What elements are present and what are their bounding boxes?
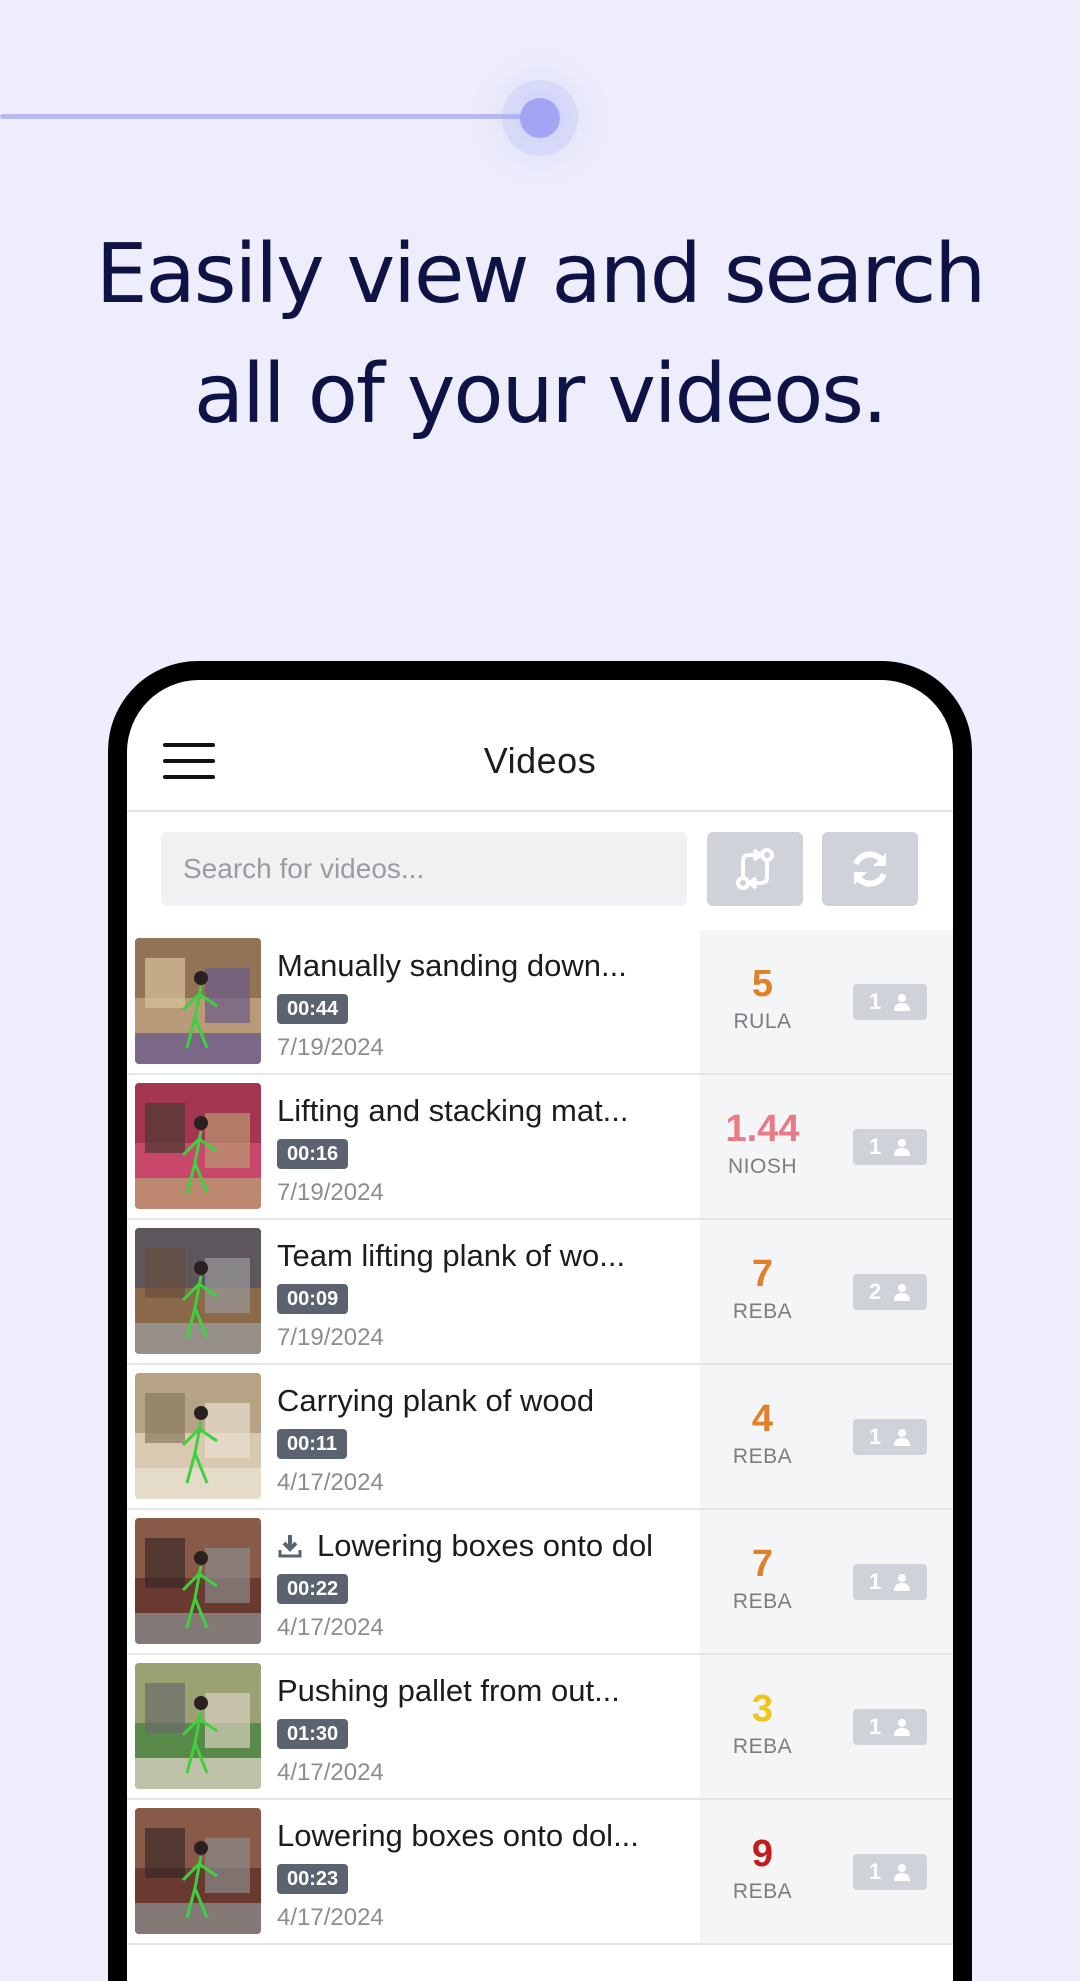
risk-score: 9 [751, 1833, 774, 1875]
video-title: Carrying plank of wood [277, 1383, 697, 1419]
video-list-item[interactable]: Manually sanding down... 00:44 7/19/2024… [127, 930, 953, 1075]
assessment-method: REBA [732, 1880, 793, 1903]
people-count: 1 [869, 1859, 882, 1884]
video-title-text: Carrying plank of wood [277, 1383, 595, 1418]
video-list-item[interactable]: Pushing pallet from out... 01:30 4/17/20… [127, 1655, 953, 1800]
video-date: 4/17/2024 [277, 1469, 384, 1496]
swap-sort-icon [736, 848, 774, 890]
person-icon [894, 994, 910, 1011]
video-date: 7/19/2024 [277, 1179, 384, 1206]
assessment-method: REBA [732, 1445, 793, 1468]
video-title-text: Lowering boxes onto dol [317, 1528, 654, 1563]
person-icon [894, 1574, 910, 1591]
people-count-badge[interactable]: 1 [853, 1709, 927, 1745]
video-title: Manually sanding down... [277, 948, 697, 984]
app-bar: Videos [127, 680, 953, 812]
assessment-method: NIOSH [727, 1155, 797, 1178]
people-count: 1 [869, 1714, 882, 1739]
video-thumbnail[interactable] [135, 1518, 261, 1644]
video-thumbnail[interactable] [135, 1373, 261, 1499]
video-title-text: Team lifting plank of wo... [277, 1238, 626, 1273]
video-title: Lowering boxes onto dol [277, 1528, 697, 1564]
person-icon [894, 1429, 910, 1446]
risk-score: 7 [751, 1253, 774, 1295]
video-thumbnail[interactable] [135, 1228, 261, 1354]
headline-line-1: Easily view and search [95, 227, 987, 322]
assessment-method: REBA [732, 1300, 793, 1323]
video-thumbnail[interactable] [135, 1808, 261, 1934]
video-title-text: Manually sanding down... [277, 948, 627, 983]
download-icon [278, 1535, 302, 1558]
refresh-button[interactable] [822, 832, 918, 906]
people-count-badge[interactable]: 1 [853, 1129, 927, 1165]
assessment-method: REBA [732, 1590, 793, 1613]
video-list-item[interactable]: Lifting and stacking mat... 00:16 7/19/2… [127, 1075, 953, 1220]
video-title-text: Lowering boxes onto dol... [277, 1818, 639, 1853]
people-count: 1 [869, 1424, 882, 1449]
people-count-badge[interactable]: 1 [853, 984, 927, 1020]
video-title: Team lifting plank of wo... [277, 1238, 697, 1274]
duration-badge: 01:30 [277, 1719, 349, 1749]
risk-score: 3 [751, 1688, 774, 1730]
person-icon [894, 1139, 910, 1156]
duration-badge: 00:23 [277, 1864, 349, 1894]
video-list-item[interactable]: Lowering boxes onto dol 00:22 4/17/2024 … [127, 1510, 953, 1655]
video-date: 7/19/2024 [277, 1034, 384, 1061]
people-count-badge[interactable]: 2 [853, 1274, 927, 1310]
video-title: Lifting and stacking mat... [277, 1093, 697, 1129]
video-title-text: Lifting and stacking mat... [277, 1093, 629, 1128]
duration-badge: 00:11 [277, 1429, 348, 1459]
video-list: Manually sanding down... 00:44 7/19/2024… [127, 930, 953, 1945]
risk-score: 5 [751, 963, 774, 1005]
risk-score: 1.44 [725, 1108, 800, 1150]
video-thumbnail[interactable] [135, 1663, 261, 1789]
people-count: 1 [869, 1134, 882, 1159]
video-list-item[interactable]: Lowering boxes onto dol... 00:23 4/17/20… [127, 1800, 953, 1945]
onboarding-progress-line [0, 114, 530, 119]
video-list-item[interactable]: Carrying plank of wood 00:11 4/17/2024 4… [127, 1365, 953, 1510]
person-icon [894, 1719, 910, 1736]
headline: Easily view and search all of your video… [60, 215, 1020, 455]
page-title: Videos [483, 740, 597, 781]
video-thumbnail[interactable] [135, 1083, 261, 1209]
search-toolbar: Search for videos... [127, 812, 953, 930]
video-list-item[interactable]: Team lifting plank of wo... 00:09 7/19/2… [127, 1220, 953, 1365]
assessment-method: REBA [732, 1735, 793, 1758]
people-count-badge[interactable]: 1 [853, 1419, 927, 1455]
risk-score: 7 [751, 1543, 774, 1585]
phone-frame: Videos Search for videos... Manually san… [108, 661, 972, 1981]
search-input[interactable]: Search for videos... [161, 832, 687, 906]
person-icon [894, 1284, 910, 1301]
duration-badge: 00:16 [277, 1139, 349, 1169]
duration-badge: 00:09 [277, 1284, 349, 1314]
assessment-method: RULA [733, 1010, 792, 1033]
video-title: Pushing pallet from out... [277, 1673, 697, 1709]
people-count-badge[interactable]: 1 [853, 1564, 927, 1600]
person-icon [894, 1864, 910, 1881]
video-title: Lowering boxes onto dol... [277, 1818, 697, 1854]
onboarding-progress-dot [520, 98, 560, 138]
phone-screen: Videos Search for videos... Manually san… [127, 680, 953, 1981]
risk-score: 4 [751, 1398, 774, 1440]
video-date: 4/17/2024 [277, 1904, 384, 1931]
people-count-badge[interactable]: 1 [853, 1854, 927, 1890]
duration-badge: 00:22 [277, 1574, 349, 1604]
refresh-icon [853, 851, 887, 887]
people-count: 1 [869, 1569, 882, 1594]
video-thumbnail[interactable] [135, 938, 261, 1064]
video-date: 4/17/2024 [277, 1614, 384, 1641]
headline-line-2: all of your videos. [193, 347, 888, 442]
video-date: 7/19/2024 [277, 1324, 384, 1351]
people-count: 1 [869, 989, 882, 1014]
sort-button[interactable] [707, 832, 803, 906]
people-count: 2 [869, 1279, 882, 1304]
duration-badge: 00:44 [277, 994, 349, 1024]
video-title-text: Pushing pallet from out... [277, 1673, 620, 1708]
video-date: 4/17/2024 [277, 1759, 384, 1786]
